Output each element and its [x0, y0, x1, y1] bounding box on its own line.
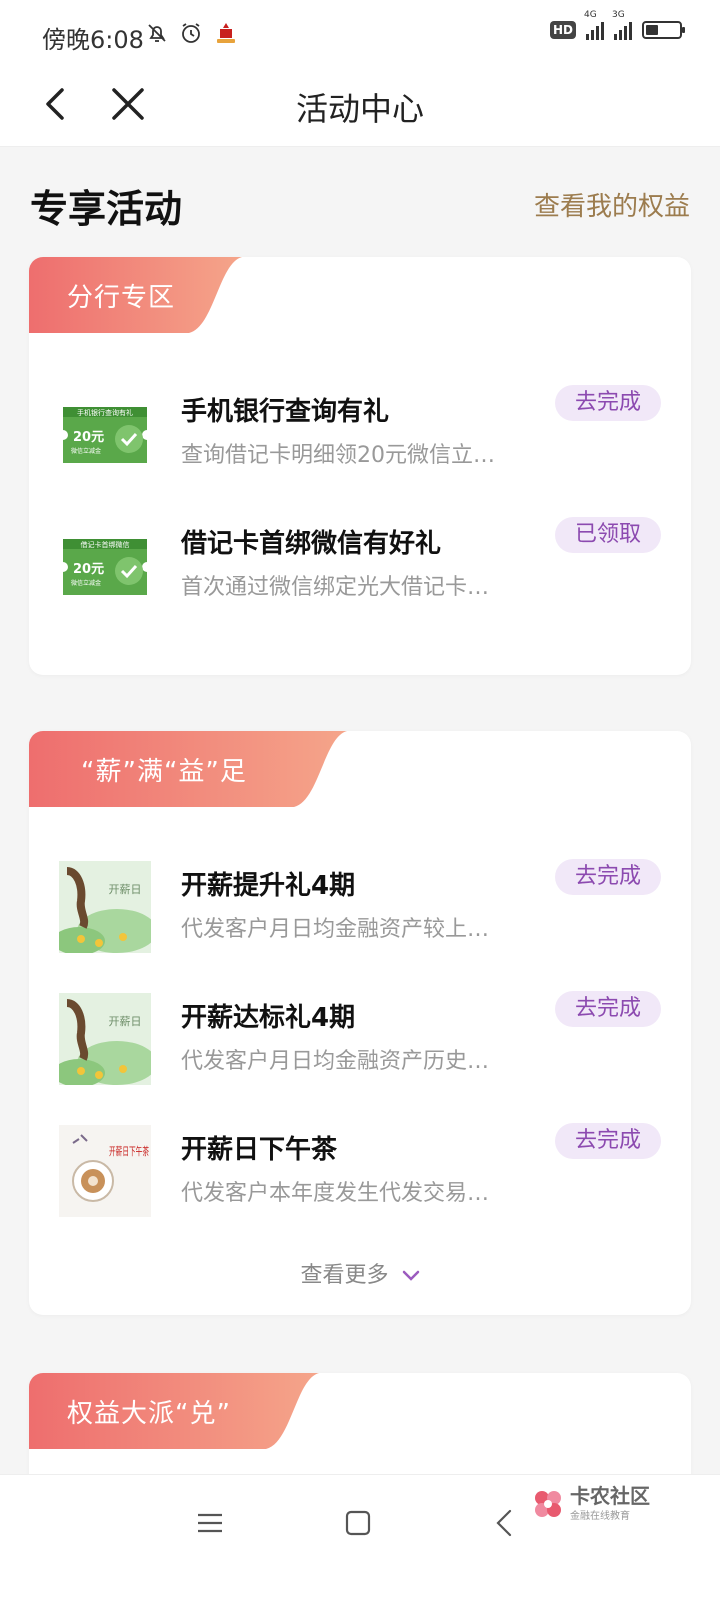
app-notification-icon — [214, 21, 238, 45]
complete-button[interactable]: 去完成 — [554, 991, 661, 1027]
thumb-sub: 微信立减金 — [71, 579, 101, 587]
item-title: 开薪提升礼4期 — [181, 871, 356, 901]
status-icons-right: HD 4G 3G — [549, 10, 685, 40]
coupon-thumbnail: 手机银行查询有礼 20元 微信立减金 — [59, 407, 151, 463]
list-item[interactable]: 开薪日下午茶 开薪日下午茶 代发客户本年度发生代发交易… 去完成 — [29, 1117, 691, 1227]
item-desc: 代发客户本年度发生代发交易… — [181, 1181, 490, 1206]
signal-4g-icon: 4G — [584, 10, 604, 40]
signal-3g-icon: 3G — [612, 10, 632, 40]
card-tag: 分行专区 — [29, 257, 242, 333]
status-time: 傍晚6:08 — [42, 26, 144, 54]
battery-icon — [642, 21, 685, 39]
view-more-label: 查看更多 — [300, 1263, 389, 1288]
item-title: 借记卡首绑微信有好礼 — [181, 529, 442, 559]
watermark: 卡农社区 金融在线教育 — [532, 1485, 650, 1522]
section-title: 专享活动 — [30, 187, 183, 231]
list-item[interactable]: 借记卡首绑微信 20元 微信立减金 借记卡首绑微信有好礼 首次通过微信绑定光大借… — [29, 511, 691, 621]
afternoon-tea-thumbnail: 开薪日下午茶 — [59, 1125, 151, 1217]
salary-benefit-card: “薪”满“益”足 开薪日 开薪提升礼4期 代发客户月日均金融资产较上… 去完成 … — [29, 731, 691, 1315]
bell-off-icon — [148, 24, 166, 42]
system-nav-bar: 卡农社区 金融在线教育 — [0, 1474, 720, 1601]
page-title: 活动中心 — [295, 90, 424, 128]
menu-icon[interactable] — [192, 1505, 228, 1541]
list-item[interactable]: 开薪日 开薪提升礼4期 代发客户月日均金融资产较上… 去完成 — [29, 853, 691, 963]
thumb-text: 开薪日 — [109, 1015, 142, 1028]
thumb-amount: 20元 — [73, 430, 104, 445]
thumb-top-text: 借记卡首绑微信 — [81, 540, 130, 549]
card-tag: 权益大派“兑” — [29, 1373, 319, 1449]
complete-button[interactable]: 去完成 — [554, 385, 661, 421]
thumb-amount: 20元 — [73, 562, 104, 577]
item-desc: 代发客户月日均金融资产历史… — [181, 1049, 490, 1074]
item-desc: 代发客户月日均金融资产较上… — [181, 917, 490, 942]
card-tag-label: 分行专区 — [67, 282, 176, 313]
card-tag: “薪”满“益”足 — [29, 731, 347, 807]
item-desc: 首次通过微信绑定光大借记卡… — [181, 575, 490, 600]
list-item[interactable]: 手机银行查询有礼 20元 微信立减金 手机银行查询有礼 查询借记卡明细领20元微… — [29, 379, 691, 489]
item-desc: 查询借记卡明细领20元微信立… — [181, 443, 495, 468]
view-more-button[interactable]: 查看更多 — [29, 1257, 691, 1289]
complete-button[interactable]: 去完成 — [554, 1123, 661, 1159]
hd-badge: HD — [549, 21, 576, 39]
item-title: 手机银行查询有礼 — [181, 397, 390, 427]
section-header: 专享活动 查看我的权益 — [30, 178, 690, 231]
item-title: 开薪日下午茶 — [181, 1135, 338, 1165]
alarm-clock-icon — [182, 23, 200, 43]
watermark-title: 卡农社区 — [570, 1484, 650, 1508]
list-item[interactable]: 开薪日 开薪达标礼4期 代发客户月日均金融资产历史… 去完成 — [29, 985, 691, 1095]
status-bar: 傍晚6:08 HD 4G 3G — [0, 0, 720, 68]
kanong-logo-icon — [535, 1490, 561, 1517]
item-title: 开薪达标礼4期 — [181, 1003, 356, 1033]
claimed-button[interactable]: 已领取 — [554, 517, 661, 553]
chevron-down-icon — [402, 1270, 419, 1281]
coupon-thumbnail: 借记卡首绑微信 20元 微信立减金 — [59, 539, 151, 595]
thumb-text: 开薪日下午茶 — [109, 1145, 149, 1158]
status-icons-left — [145, 20, 239, 46]
home-icon[interactable] — [340, 1505, 376, 1541]
thumb-sub: 微信立减金 — [71, 447, 101, 455]
payday-thumbnail: 开薪日 — [59, 861, 151, 953]
card-tag-label: 权益大派“兑” — [67, 1398, 231, 1429]
nav-bar: 活动中心 — [0, 68, 720, 147]
thumb-top-text: 手机银行查询有礼 — [77, 408, 133, 417]
watermark-subtitle: 金融在线教育 — [570, 1511, 630, 1522]
back-icon[interactable] — [488, 1505, 524, 1541]
view-my-benefits-link[interactable]: 查看我的权益 — [534, 186, 690, 223]
payday-thumbnail: 开薪日 — [59, 993, 151, 1085]
branch-zone-card: 分行专区 手机银行查询有礼 20元 微信立减金 手机银行查询有礼 查询借记卡明细… — [29, 257, 691, 675]
card-tag-label: “薪”满“益”足 — [81, 756, 247, 787]
thumb-text: 开薪日 — [109, 883, 142, 896]
complete-button[interactable]: 去完成 — [554, 859, 661, 895]
